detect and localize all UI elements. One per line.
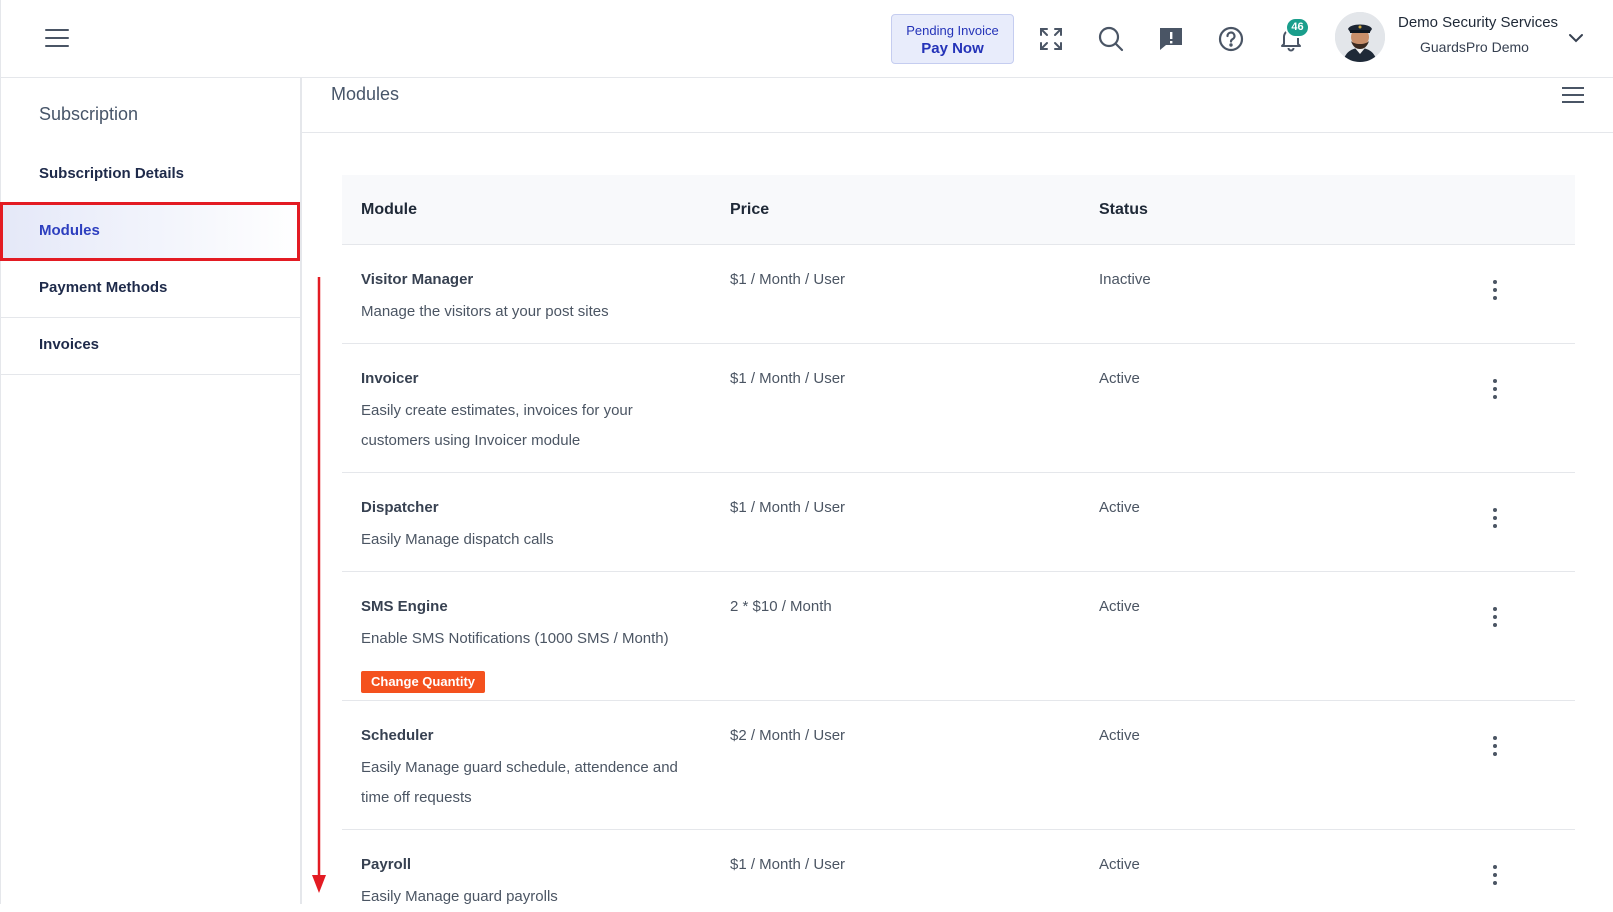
- sidebar-item-subscription-details[interactable]: Subscription Details: [0, 147, 300, 204]
- module-status: Active: [1099, 499, 1140, 516]
- module-status: Active: [1099, 856, 1140, 873]
- sidebar-item-label: Payment Methods: [39, 279, 168, 296]
- notification-badge: 46: [1285, 17, 1310, 38]
- user-name: Demo Security Services: [1398, 14, 1559, 31]
- module-name: Visitor Manager: [361, 271, 474, 288]
- sidebar-divider: [300, 78, 302, 904]
- module-name: Dispatcher: [361, 499, 439, 516]
- table-row: Visitor Manager Manage the visitors at y…: [342, 245, 1575, 344]
- table-row: Dispatcher Easily Manage dispatch calls …: [342, 473, 1575, 572]
- company-name: GuardsPro Demo: [1420, 39, 1529, 55]
- pending-invoice-label: Pending Invoice: [906, 23, 999, 38]
- fullscreen-icon[interactable]: [1036, 24, 1066, 54]
- table-row: Scheduler Easily Manage guard schedule, …: [342, 701, 1575, 830]
- page-title: Modules: [331, 84, 400, 104]
- module-name: SMS Engine: [361, 598, 448, 615]
- more-options-icon[interactable]: [1485, 275, 1505, 305]
- menu-icon[interactable]: [45, 29, 69, 49]
- module-status: Active: [1099, 370, 1140, 387]
- table-row: Invoicer Easily create estimates, invoic…: [342, 344, 1575, 473]
- table-row: SMS Engine Enable SMS Notifications (100…: [342, 572, 1575, 701]
- column-header-module: Module: [361, 201, 417, 218]
- top-bar: Pending Invoice Pay Now 46 Demo Security…: [0, 0, 1613, 78]
- help-icon[interactable]: [1216, 24, 1246, 54]
- module-description: Enable SMS Notifications (1000 SMS / Mon…: [361, 630, 669, 647]
- sidebar-item-label: Modules: [39, 222, 100, 239]
- module-status: Inactive: [1099, 271, 1151, 288]
- module-name: Payroll: [361, 856, 412, 873]
- main-header: [302, 78, 1613, 133]
- pay-now-button[interactable]: Pending Invoice Pay Now: [891, 14, 1014, 64]
- module-name: Invoicer: [361, 370, 419, 387]
- column-header-price: Price: [730, 201, 770, 218]
- module-description: Easily create estimates, invoices for yo…: [361, 402, 633, 449]
- sidebar-item-label: Invoices: [39, 336, 100, 353]
- table-header: [342, 175, 1575, 245]
- list-menu-icon[interactable]: [1562, 87, 1584, 105]
- more-options-icon[interactable]: [1485, 374, 1505, 404]
- more-options-icon[interactable]: [1485, 860, 1505, 890]
- module-price: 2 * $10 / Month: [730, 598, 832, 615]
- module-price: $1 / Month / User: [730, 499, 846, 516]
- module-description: Easily Manage dispatch calls: [361, 531, 554, 548]
- scroll-down-arrow-annotation: [312, 277, 326, 893]
- feedback-icon[interactable]: [1156, 24, 1186, 54]
- module-price: $1 / Month / User: [730, 370, 846, 387]
- more-options-icon[interactable]: [1485, 602, 1505, 632]
- module-description: Manage the visitors at your post sites: [361, 303, 609, 320]
- column-header-status: Status: [1099, 201, 1148, 218]
- sidebar-item-payment-methods[interactable]: Payment Methods: [0, 261, 300, 318]
- module-description: Easily Manage guard payrolls: [361, 888, 558, 905]
- avatar[interactable]: [1335, 12, 1385, 62]
- module-description: Easily Manage guard schedule, attendence…: [361, 759, 678, 806]
- sidebar-title: Subscription: [39, 104, 139, 124]
- change-quantity-button[interactable]: Change Quantity: [361, 671, 486, 693]
- pay-now-label: Pay Now: [921, 40, 984, 57]
- module-status: Active: [1099, 598, 1140, 615]
- more-options-icon[interactable]: [1485, 503, 1505, 533]
- module-price: $1 / Month / User: [730, 271, 846, 288]
- sidebar-item-invoices[interactable]: Invoices: [0, 318, 300, 375]
- sidebar-item-label: Subscription Details: [39, 165, 185, 182]
- table-row: Payroll Easily Manage guard payrolls $1 …: [342, 830, 1575, 905]
- search-icon[interactable]: [1096, 24, 1126, 54]
- module-name: Scheduler: [361, 727, 434, 744]
- module-price: $2 / Month / User: [730, 727, 846, 744]
- more-options-icon[interactable]: [1485, 731, 1505, 761]
- module-price: $1 / Month / User: [730, 856, 846, 873]
- chevron-down-icon[interactable]: [1568, 30, 1584, 51]
- module-status: Active: [1099, 727, 1140, 744]
- sidebar-item-modules[interactable]: Modules: [0, 204, 300, 261]
